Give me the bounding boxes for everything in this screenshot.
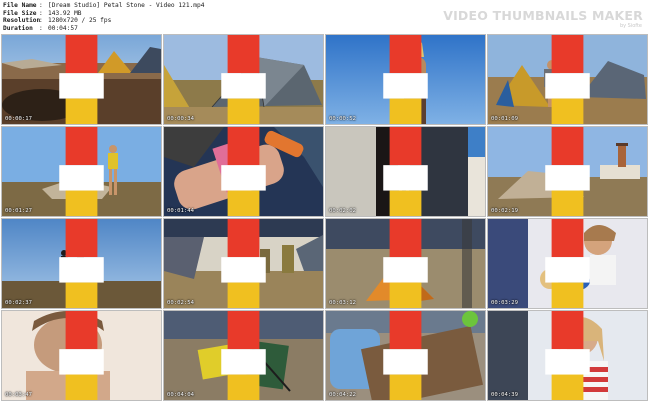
info-separator: : bbox=[39, 9, 43, 17]
info-value: [Dream Studio] Petal Stone - Video 121.m… bbox=[48, 2, 205, 9]
studio-logo-icon bbox=[59, 219, 104, 308]
thumbnail-tent-girl: 00:01:09 bbox=[487, 34, 648, 125]
thumbnail-timestamp: 00:00:17 bbox=[5, 116, 32, 122]
thumbnail-timestamp: 00:00:52 bbox=[329, 116, 356, 122]
thumbnail-grid: 00:00:17 00:00:34 00:00:52 00:01:09 00:0… bbox=[1, 34, 648, 401]
brand-watermark: VIDEO THUMBNAILS MAKER bbox=[443, 8, 643, 23]
info-value: 143.92 MB bbox=[48, 9, 82, 17]
thumbnail-timestamp: 00:04:39 bbox=[491, 392, 518, 398]
thumbnail-timestamp: 00:03:12 bbox=[329, 300, 356, 306]
thumbnail-timestamp: 00:02:19 bbox=[491, 208, 518, 214]
thumbnail-shade-tent: 00:02:54 bbox=[163, 218, 324, 309]
thumbnail-timestamp: 00:01:44 bbox=[167, 208, 194, 214]
studio-logo-icon bbox=[383, 127, 428, 216]
thumbnail-doorway: 00:02:02 bbox=[325, 126, 486, 217]
info-row-duration: Duration : 00:04:57 bbox=[3, 25, 647, 33]
thumbnail-timestamp: 00:02:37 bbox=[5, 300, 32, 306]
studio-logo-icon bbox=[545, 311, 590, 400]
studio-logo-icon bbox=[545, 35, 590, 124]
thumbnail-sleeping-bag: 00:01:44 bbox=[163, 126, 324, 217]
studio-logo-icon bbox=[59, 127, 104, 216]
thumbnail-backpack: 00:04:22 bbox=[325, 310, 486, 401]
thumbnail-lighthouse: 00:02:19 bbox=[487, 126, 648, 217]
thumbnail-eating: 00:03:29 bbox=[487, 218, 648, 309]
thumbnail-timestamp: 00:03:29 bbox=[491, 300, 518, 306]
thumbnail-timestamp: 00:02:02 bbox=[329, 208, 356, 214]
studio-logo-icon bbox=[383, 35, 428, 124]
info-value: 00:04:57 bbox=[48, 24, 78, 32]
thumbnail-timestamp: 00:04:04 bbox=[167, 392, 194, 398]
info-key: Duration bbox=[3, 24, 33, 32]
thumbnail-timestamp: 00:01:27 bbox=[5, 208, 32, 214]
thumbnail-tent-rocks: 00:00:17 bbox=[1, 34, 162, 125]
studio-logo-icon bbox=[221, 219, 266, 308]
info-key: Resolution bbox=[3, 17, 41, 25]
brand-subtitle: by Siofte bbox=[619, 23, 642, 29]
thumbnail-face-close: 00:03:47 bbox=[1, 310, 162, 401]
studio-logo-icon bbox=[383, 311, 428, 400]
studio-logo-icon bbox=[59, 311, 104, 400]
info-value: 1280x720 / 25 fps bbox=[48, 17, 112, 25]
thumbnail-tent-closeup: 00:00:34 bbox=[163, 34, 324, 125]
thumbnail-timestamp: 00:00:34 bbox=[167, 116, 194, 122]
thumbnail-orange-tent: 00:03:12 bbox=[325, 218, 486, 309]
studio-logo-icon bbox=[221, 35, 266, 124]
info-separator: : bbox=[39, 2, 43, 9]
studio-logo-icon bbox=[221, 127, 266, 216]
studio-logo-icon bbox=[545, 219, 590, 308]
info-key: File Name bbox=[3, 2, 37, 9]
thumbnail-timestamp: 00:03:47 bbox=[5, 392, 32, 398]
studio-logo-icon bbox=[59, 35, 104, 124]
thumbnail-silhouettes: 00:02:37 bbox=[1, 218, 162, 309]
thumbnail-girl-stripes: 00:04:39 bbox=[487, 310, 648, 401]
thumbnail-girl-sky: 00:00:52 bbox=[325, 34, 486, 125]
thumbnail-timestamp: 00:01:09 bbox=[491, 116, 518, 122]
thumbnail-timestamp: 00:04:22 bbox=[329, 392, 356, 398]
thumbnail-timestamp: 00:02:54 bbox=[167, 300, 194, 306]
studio-logo-icon bbox=[545, 127, 590, 216]
info-separator: : bbox=[39, 17, 43, 25]
thumbnail-girl-field: 00:01:27 bbox=[1, 126, 162, 217]
info-separator: : bbox=[39, 24, 43, 32]
thumbnail-camp-gear: 00:04:04 bbox=[163, 310, 324, 401]
file-info-header: File Name : [Dream Studio] Petal Stone -… bbox=[3, 2, 647, 34]
studio-logo-icon bbox=[221, 311, 266, 400]
studio-logo-icon bbox=[383, 219, 428, 308]
